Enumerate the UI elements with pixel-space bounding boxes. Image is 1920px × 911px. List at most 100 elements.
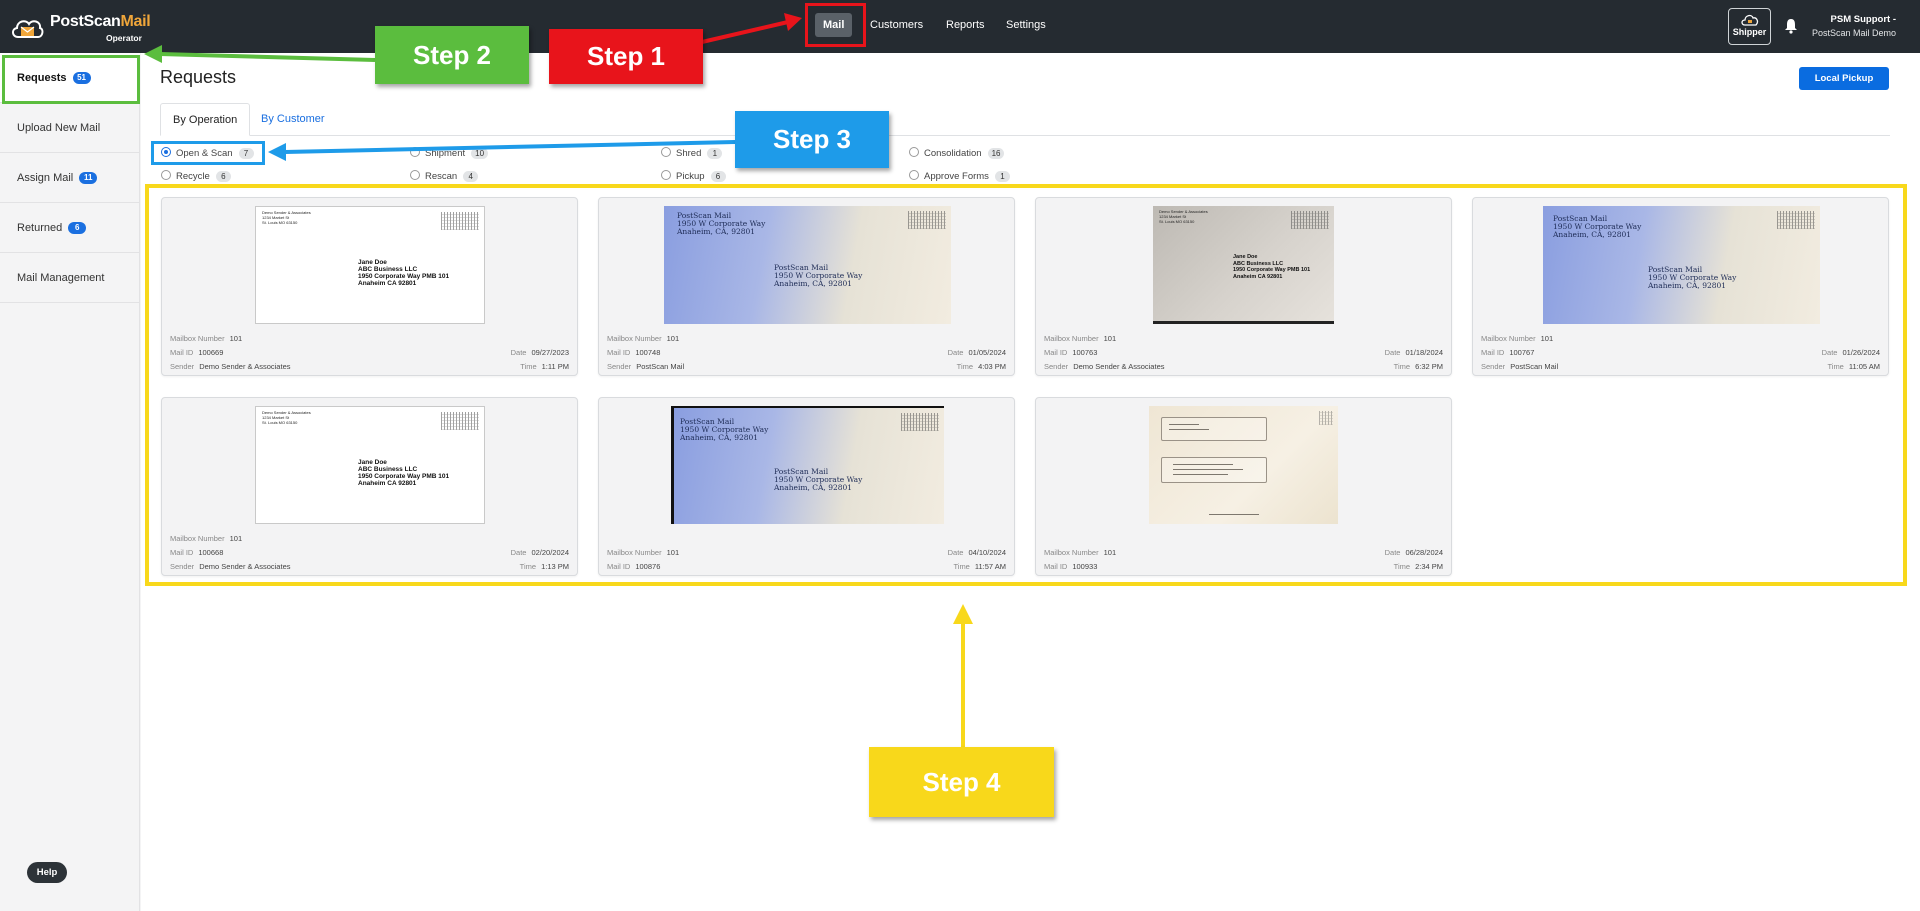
envelope-return-address: Demo Sender & Associates 1234 Market St St… [1159, 209, 1208, 224]
mail-id: Mail ID 100669 [170, 348, 224, 357]
mailbox-number: Mailbox Number 101 [170, 334, 243, 343]
envelope-window [1161, 457, 1267, 483]
local-pickup-button[interactable]: Local Pickup [1799, 67, 1889, 90]
mail-time: Time 11:05 AM [1827, 362, 1880, 371]
sidebar-item-mail-management[interactable]: Mail Management [0, 253, 140, 303]
envelope-recipient: Jane Doe ABC Business LLC 1950 Corporate W… [358, 459, 450, 487]
postage-stamp-icon [1319, 411, 1333, 425]
filter-consolidation[interactable]: Consolidation 16 [909, 147, 1005, 161]
step-3-label: Step 3 [735, 111, 889, 168]
mail-card[interactable]: PostScan Mail 1950 W Corporate Way Anaheim… [598, 197, 1015, 376]
mail-id: Mail ID 100748 [607, 348, 661, 357]
mail-id: Mail ID 100876 [607, 562, 661, 571]
shipper-label: Shipper [1732, 27, 1767, 37]
mail-date: Date 01/18/2024 [1384, 348, 1443, 357]
user-name: PSM Support - [1830, 14, 1896, 25]
page-title: Requests [160, 67, 237, 87]
radio-icon [661, 147, 671, 157]
radio-icon [410, 147, 420, 157]
radio-icon [410, 170, 420, 180]
mail-date: Date 02/20/2024 [510, 548, 569, 557]
mail-date: Date 01/26/2024 [1821, 348, 1880, 357]
mailbox-number: Mailbox Number 101 [1481, 334, 1554, 343]
envelope-thumbnail: Demo Sender & Associates 1234 Market St St… [1153, 206, 1334, 324]
mail-card[interactable]: PostScan Mail 1950 W Corporate Way Anaheim… [598, 397, 1015, 576]
envelope-thumbnail [1149, 406, 1338, 524]
radio-icon [661, 170, 671, 180]
filter-shipment[interactable]: Shipment 10 [410, 147, 489, 161]
cloud-mail-icon [12, 20, 44, 38]
requests-count-badge: 51 [72, 72, 91, 84]
mail-date: Date 01/05/2024 [947, 348, 1006, 357]
help-button[interactable]: Help [27, 862, 67, 883]
envelope-recipient: Jane Doe ABC Business LLC 1950 Corporate W… [358, 259, 450, 287]
postscanmail-logo[interactable]: PostScanMail Operator [10, 10, 151, 46]
envelope-return-address: PostScan Mail 1950 W Corporate Way Anaheim… [677, 211, 766, 236]
mail-time: Time 11:57 AM [953, 562, 1006, 571]
shipper-button[interactable]: Shipper [1728, 8, 1771, 45]
sender: Sender PostScan Mail [607, 362, 685, 371]
filter-recycle[interactable]: Recycle 6 [161, 170, 231, 184]
mail-card[interactable]: PostScan Mail 1950 W Corporate Way Anaheim… [1472, 197, 1889, 376]
top-navbar: PostScanMail Operator Mail Customers Rep… [0, 0, 1920, 53]
filter-pickup[interactable]: Pickup 6 [661, 170, 726, 184]
cloud-box-icon [1740, 14, 1758, 26]
postage-barcode-icon [1291, 211, 1329, 229]
step-4-label: Step 4 [869, 747, 1054, 817]
envelope-recipient: PostScan Mail 1950 W Corporate Way Anaheim… [774, 467, 863, 492]
envelope-thumbnail: PostScan Mail 1950 W Corporate Way Anaheim… [664, 206, 951, 324]
filter-shred[interactable]: Shred 1 [661, 147, 723, 161]
mail-time: Time 1:13 PM [519, 562, 569, 571]
mail-time: Time 6:32 PM [1393, 362, 1443, 371]
radio-icon [909, 170, 919, 180]
envelope-thumbnail: PostScan Mail 1950 W Corporate Way Anaheim… [671, 406, 944, 524]
sidebar-item-assign-mail[interactable]: Assign Mail 11 [0, 153, 140, 203]
filter-rescan[interactable]: Rescan 4 [410, 170, 479, 184]
tabs-divider [160, 135, 1890, 136]
sender: Sender Demo Sender & Associates [170, 562, 291, 571]
nav-reports[interactable]: Reports [938, 13, 993, 37]
filter-approve-forms[interactable]: Approve Forms 1 [909, 170, 1010, 184]
tab-by-operation[interactable]: By Operation [160, 103, 251, 136]
sender: Sender Demo Sender & Associates [170, 362, 291, 371]
postage-barcode-icon [1777, 211, 1815, 229]
returned-count-badge: 6 [68, 222, 87, 234]
radio-icon [161, 170, 171, 180]
envelope-thumbnail: Demo Sender & Associates 1234 Market St St… [255, 406, 485, 524]
user-menu[interactable]: PSM Support - PostScan Mail Demo [1812, 14, 1896, 38]
envelope-recipient: PostScan Mail 1950 W Corporate Way Anaheim… [774, 263, 863, 288]
sidebar-item-upload-new-mail[interactable]: Upload New Mail [0, 103, 140, 153]
sidebar-item-label: Returned [17, 222, 63, 234]
tab-by-customer[interactable]: By Customer [249, 103, 337, 136]
sender: Sender Demo Sender & Associates [1044, 362, 1165, 371]
nav-mail[interactable]: Mail [815, 13, 853, 37]
nav-customers[interactable]: Customers [862, 13, 931, 37]
envelope-return-address: Demo Sender & Associates 1234 Market St St… [262, 410, 311, 425]
brand-subtitle: Operator [106, 33, 142, 43]
mail-time: Time 4:03 PM [956, 362, 1006, 371]
mail-time: Time 2:34 PM [1393, 562, 1443, 571]
mailbox-number: Mailbox Number 101 [607, 548, 680, 557]
mail-date: Date 04/10/2024 [947, 548, 1006, 557]
step-2-label: Step 2 [375, 26, 529, 84]
mail-time: Time 1:11 PM [520, 362, 569, 371]
mail-card[interactable]: Demo Sender & Associates 1234 Market St St… [161, 397, 578, 576]
sidebar: Requests 51 Upload New Mail Assign Mail 11… [0, 53, 140, 911]
mail-card[interactable]: Demo Sender & Associates 1234 Market St St… [161, 197, 578, 376]
sender: Sender PostScan Mail [1481, 362, 1559, 371]
sidebar-item-returned[interactable]: Returned 6 [0, 203, 140, 253]
bell-icon[interactable] [1784, 18, 1798, 34]
postage-barcode-icon [908, 211, 946, 229]
mailbox-number: Mailbox Number 101 [607, 334, 680, 343]
mail-id: Mail ID 100763 [1044, 348, 1098, 357]
nav-settings[interactable]: Settings [998, 13, 1054, 37]
sidebar-item-label: Upload New Mail [17, 122, 101, 134]
mail-card[interactable]: Demo Sender & Associates 1234 Market St St… [1035, 197, 1452, 376]
radio-icon [909, 147, 919, 157]
envelope-return-address: PostScan Mail 1950 W Corporate Way Anaheim… [680, 417, 769, 442]
mail-card[interactable]: Mailbox Number 101 Mail ID 100933 Date 06/2… [1035, 397, 1452, 576]
filter-open-scan[interactable]: Open & Scan 7 [161, 147, 254, 161]
sidebar-item-requests[interactable]: Requests 51 [0, 53, 140, 103]
sidebar-item-label: Assign Mail [17, 172, 74, 184]
mail-date: Date 06/28/2024 [1384, 548, 1443, 557]
